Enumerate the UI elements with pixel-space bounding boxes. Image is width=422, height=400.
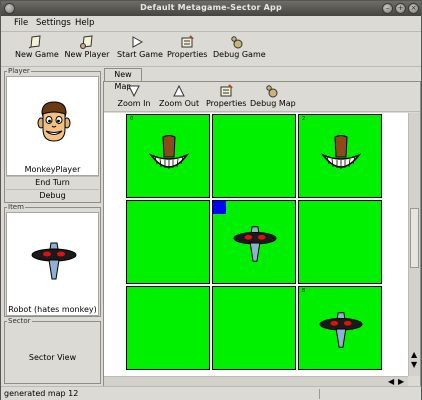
map-properties-icon xyxy=(220,84,233,97)
scroll-up-icon[interactable]: ▲ xyxy=(411,351,417,359)
scroll-down-icon[interactable]: ▼ xyxy=(411,361,417,369)
player-panel: Player MonkeyPlayer End Turn Debug xyxy=(4,67,101,203)
status-bar: generated map 12 xyxy=(1,386,421,400)
item-panel-caption: Item xyxy=(7,203,25,211)
play-icon xyxy=(132,36,144,48)
new-game-icon xyxy=(28,35,41,49)
debug-game-label: Debug Game xyxy=(213,50,266,59)
cell-label: 2 xyxy=(302,116,306,122)
map-cell[interactable] xyxy=(298,200,382,284)
robot-icon xyxy=(31,242,77,280)
map-frame: Zoom In Zoom Out Properties Debug Map 0 xyxy=(103,81,421,388)
robot-unit-icon xyxy=(233,226,277,262)
menu-settings[interactable]: Settings xyxy=(36,18,71,28)
item-view: Robot (hates monkey) xyxy=(6,212,99,316)
map-cell[interactable] xyxy=(126,286,210,370)
player-panel-caption: Player xyxy=(7,67,31,75)
menu-help[interactable]: Help xyxy=(75,18,94,28)
close-icon[interactable]: × xyxy=(408,3,419,14)
robot-unit-icon xyxy=(319,312,363,348)
properties-icon xyxy=(181,35,194,48)
new-game-label: New Game xyxy=(15,50,59,59)
menu-file[interactable]: File xyxy=(14,18,28,28)
zoom-in-label: Zoom In xyxy=(117,99,151,108)
sector-panel: Sector Sector View xyxy=(4,317,101,384)
player-view: MonkeyPlayer xyxy=(6,76,99,176)
end-turn-button[interactable]: End Turn xyxy=(6,176,99,189)
debug-button[interactable]: Debug xyxy=(6,189,99,202)
new-game-button[interactable]: New Game xyxy=(15,35,59,65)
bug-icon xyxy=(231,36,243,49)
map-toolbar: Zoom In Zoom Out Properties Debug Map xyxy=(104,82,420,112)
properties-label: Properties xyxy=(167,50,208,59)
sector-panel-caption: Sector xyxy=(7,317,32,325)
map-cell[interactable] xyxy=(126,200,210,284)
item-name: Robot (hates monkey) xyxy=(8,305,97,314)
player-name: MonkeyPlayer xyxy=(24,165,81,174)
start-game-label: Start Game xyxy=(117,50,163,59)
status-divider xyxy=(319,389,320,399)
tab-new-map[interactable]: New Map xyxy=(104,68,142,91)
minimize-icon[interactable]: – xyxy=(382,3,393,14)
monkey-unit-icon xyxy=(321,135,361,169)
sector-view: Sector View xyxy=(6,326,99,383)
map-cell[interactable]: 0 xyxy=(126,114,210,198)
start-game-button[interactable]: Start Game xyxy=(117,35,163,65)
main-toolbar: New Game New Player Start Game Propertie… xyxy=(1,33,421,67)
zoom-out-icon xyxy=(173,84,185,97)
zoom-out-label: Zoom Out xyxy=(159,99,200,108)
new-player-label: New Player xyxy=(64,50,110,59)
debug-game-button[interactable]: Debug Game xyxy=(213,35,266,65)
maximize-icon[interactable]: + xyxy=(395,3,406,14)
map-properties-label: Properties xyxy=(206,99,247,108)
map-cell[interactable] xyxy=(212,114,296,198)
sector-view-label: Sector View xyxy=(28,353,77,362)
map-view[interactable]: 0 2 8 xyxy=(104,113,408,376)
window-title: Default Metagame-Sector App xyxy=(140,3,282,12)
debug-map-label: Debug Map xyxy=(250,99,296,108)
map-bug-icon xyxy=(266,85,278,98)
zoom-out-button[interactable]: Zoom Out xyxy=(159,84,199,114)
status-text: generated map 12 xyxy=(4,389,79,398)
monkey-avatar-icon xyxy=(37,101,71,142)
map-cell[interactable] xyxy=(212,200,296,284)
vertical-scrollbar[interactable]: ▲ ▼ xyxy=(408,113,420,376)
map-cell[interactable]: 8 xyxy=(298,286,382,370)
cell-label: 8 xyxy=(302,288,306,294)
new-player-button[interactable]: New Player xyxy=(64,35,110,65)
scroll-left-icon[interactable]: ◀ xyxy=(388,378,394,386)
scroll-right-icon[interactable]: ▶ xyxy=(398,378,404,386)
monkey-unit-icon xyxy=(149,135,189,169)
zoom-in-icon xyxy=(128,85,140,98)
item-panel: Item Robot (hates monkey) xyxy=(4,203,101,317)
map-cell[interactable]: 2 xyxy=(298,114,382,198)
menu-bar: File Settings Help xyxy=(1,16,421,32)
vertical-scroll-thumb[interactable] xyxy=(410,208,419,268)
new-player-icon xyxy=(80,35,93,49)
title-bar[interactable]: Default Metagame-Sector App – + × xyxy=(1,1,421,16)
properties-button[interactable]: Properties xyxy=(167,35,207,65)
zoom-in-button[interactable]: Zoom In xyxy=(116,84,152,114)
cell-label: 0 xyxy=(130,116,134,122)
app-window: Default Metagame-Sector App – + × File S… xyxy=(0,0,422,400)
debug-map-button[interactable]: Debug Map xyxy=(250,84,296,114)
map-cell[interactable] xyxy=(212,286,296,370)
map-properties-button[interactable]: Properties xyxy=(206,84,246,114)
selection-marker xyxy=(213,201,226,214)
